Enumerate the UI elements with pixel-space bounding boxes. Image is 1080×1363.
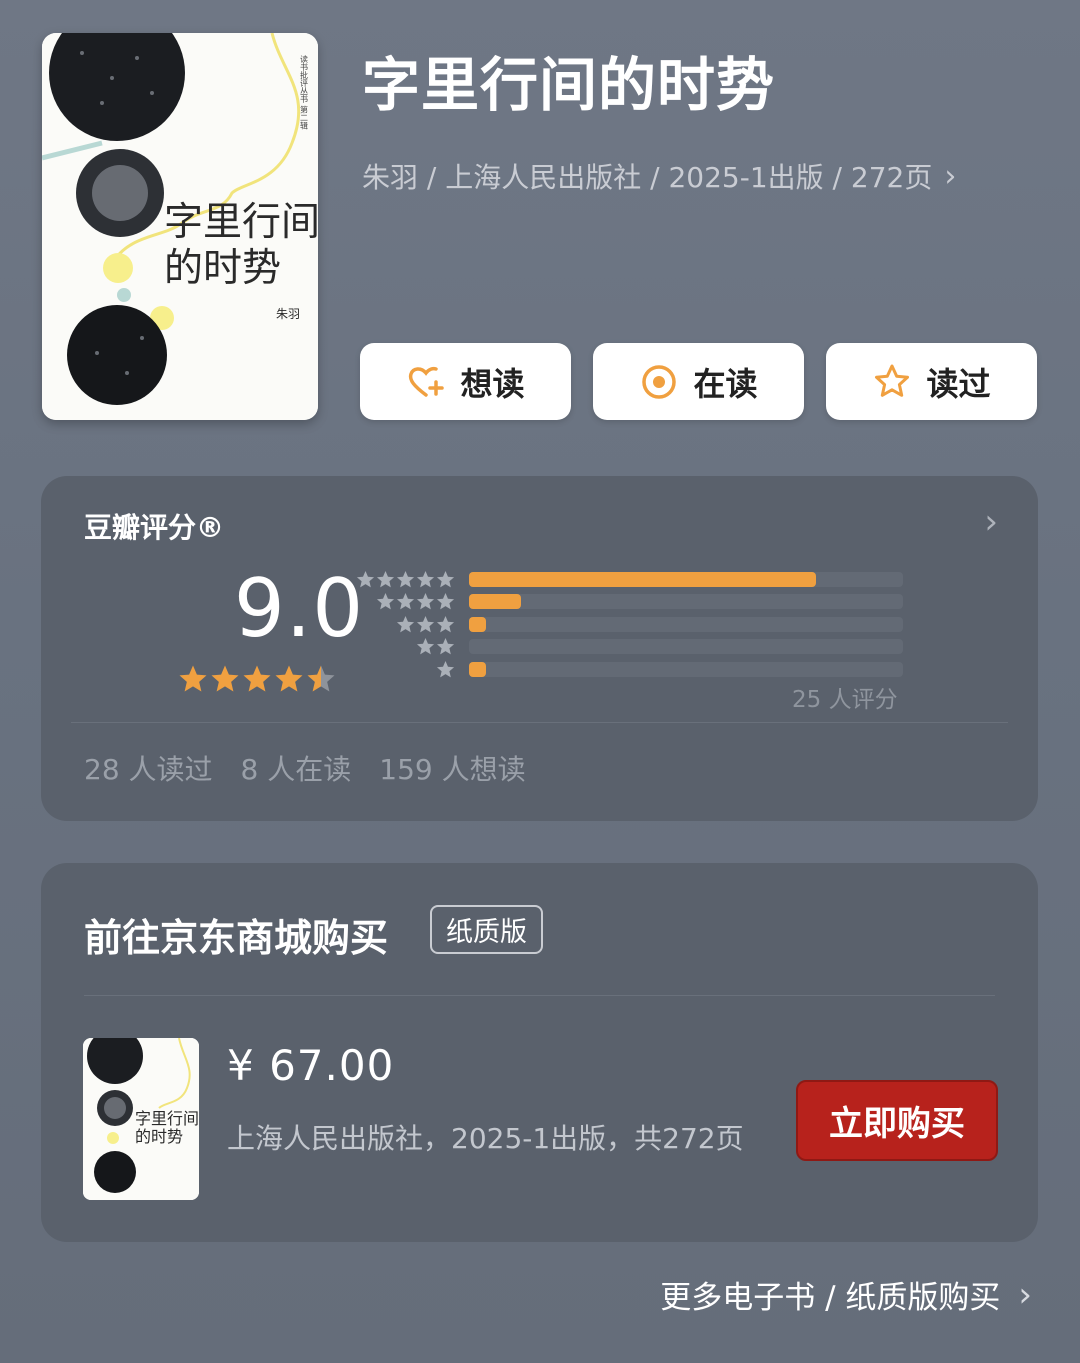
distribution-stars [351, 570, 455, 589]
distribution-row-2 [351, 636, 903, 659]
distribution-stars [351, 660, 455, 679]
more-purchase-label: 更多电子书 / 纸质版购买 [660, 1280, 1001, 1316]
product-cover-art: 字里行间 的时势 [83, 1038, 199, 1200]
rating-count: 25 人评分 [792, 687, 898, 713]
cover-author: 朱羽 [276, 307, 300, 321]
want-to-read-button[interactable]: 想读 [360, 343, 571, 420]
distribution-stars [351, 637, 455, 656]
cover-series: 读书批评丛书 第二辑 [300, 54, 309, 131]
star-icon [275, 665, 303, 692]
reading-button[interactable]: 在读 [593, 343, 804, 420]
star-icon [436, 615, 455, 633]
want-count: 159 人想读 [379, 753, 526, 786]
divider [84, 995, 995, 996]
chevron-right-icon: › [944, 158, 957, 194]
star-icon [376, 570, 395, 588]
star-icon [179, 665, 207, 692]
distribution-stars [351, 615, 455, 634]
star-outline-icon [875, 364, 910, 397]
store-title: 前往京东商城购买 [84, 916, 389, 960]
chevron-right-icon: › [984, 502, 998, 542]
star-icon [396, 593, 415, 610]
product-thumbnail[interactable]: 字里行间 的时势 [83, 1038, 199, 1200]
star-icon [416, 570, 435, 588]
distribution-track [469, 639, 903, 655]
rating-distribution [351, 568, 903, 681]
star-icon [436, 638, 455, 655]
have-read-label: 读过 [926, 364, 991, 403]
reading-status-actions: 想读 在读 读过 [360, 343, 1037, 420]
distribution-track [469, 616, 903, 632]
rating-card[interactable]: 豆瓣评分® › 9.0 25 人评分 28 人读过 8 人在读 159 人想读 [41, 476, 1038, 821]
purchase-card: 前往京东商城购买 纸质版 字里行间 的时势 ¥ 67.00 上海人民出版社，20… [41, 863, 1038, 1242]
thumb-title-line1: 字里行间 [135, 1109, 199, 1128]
distribution-bar [469, 571, 817, 587]
chevron-right-icon: › [1018, 1274, 1032, 1315]
distribution-row-4 [351, 591, 903, 614]
star-icon [416, 638, 435, 655]
cover-title-line1: 字里行间 [164, 200, 318, 245]
distribution-track [469, 571, 903, 587]
distribution-track [469, 594, 903, 610]
star-icon [436, 593, 455, 610]
book-cover[interactable]: 字里行间 的时势 朱羽 读书批评丛书 第二辑 [42, 33, 318, 420]
book-cover-art: 字里行间 的时势 朱羽 读书批评丛书 第二辑 [42, 33, 318, 420]
distribution-row-5 [351, 568, 903, 591]
star-icon [436, 660, 455, 678]
star-icon [211, 665, 239, 692]
read-count: 28 人读过 [84, 753, 213, 786]
star-icon [416, 615, 435, 633]
star-icon [376, 593, 395, 610]
rating-stars [178, 664, 336, 694]
star-icon [356, 570, 375, 588]
reader-stats: 28 人读过 8 人在读 159 人想读 [84, 748, 526, 788]
book-title: 字里行间的时势 [362, 51, 776, 119]
edition-tag: 纸质版 [430, 905, 543, 954]
star-icon [396, 615, 415, 633]
distribution-track [469, 661, 903, 677]
distribution-bar [469, 616, 487, 632]
divider [71, 722, 1008, 723]
distribution-row-3 [351, 613, 903, 636]
buy-now-button[interactable]: 立即购买 [796, 1080, 998, 1161]
reading-count: 8 人在读 [240, 753, 352, 786]
star-icon [243, 665, 271, 692]
target-icon [642, 364, 677, 399]
price: ¥ 67.00 [227, 1041, 395, 1090]
distribution-row-1 [351, 658, 903, 681]
want-to-read-label: 想读 [460, 364, 525, 403]
rating-header: 豆瓣评分® [84, 511, 225, 544]
book-meta-text: 朱羽 / 上海人民出版社 / 2025-1出版 / 272页 [362, 161, 933, 194]
star-icon [436, 570, 455, 588]
cover-title-line2: 的时势 [164, 246, 281, 291]
publisher-info: 上海人民出版社，2025-1出版，共272页 [227, 1122, 744, 1155]
thumb-title-line2: 的时势 [135, 1127, 183, 1146]
distribution-bar [469, 594, 522, 610]
distribution-bar [469, 661, 487, 677]
distribution-stars [351, 592, 455, 611]
star-icon [307, 665, 335, 692]
book-meta-link[interactable]: 朱羽 / 上海人民出版社 / 2025-1出版 / 272页 › [362, 156, 956, 196]
have-read-button[interactable]: 读过 [826, 343, 1037, 420]
star-icon [396, 570, 415, 588]
more-purchase-link[interactable]: 更多电子书 / 纸质版购买 › [660, 1272, 1032, 1317]
star-icon [416, 593, 435, 610]
reading-label: 在读 [693, 364, 758, 403]
heart-plus-icon [409, 366, 445, 397]
